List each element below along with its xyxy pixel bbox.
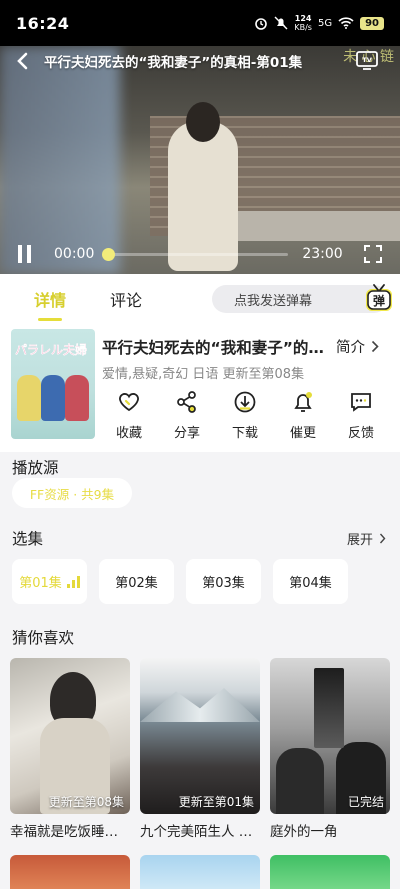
expand-button[interactable]: 展开 — [347, 529, 386, 548]
net-speed: 124 KB/s — [294, 14, 312, 32]
pause-icon[interactable] — [18, 245, 34, 263]
chevron-right-icon — [371, 340, 379, 353]
tab-details[interactable]: 详情 — [12, 287, 88, 321]
recommend-list-row-2 — [10, 855, 390, 889]
download-button[interactable]: 下载 — [216, 390, 274, 441]
bell-icon — [294, 392, 312, 412]
danmu-placeholder: 点我发送弹幕 — [234, 293, 313, 309]
playing-indicator-icon — [66, 575, 80, 588]
video-title: 平行夫妇死去的“我和妻子”的真相-第01集 — [44, 55, 303, 71]
recommend-badge: 已完结 — [347, 795, 384, 809]
recommend-item[interactable] — [140, 855, 260, 889]
source-option[interactable]: FF资源 · 共9集 — [12, 478, 132, 508]
tv-cast-icon[interactable]: TV — [356, 50, 378, 70]
recommend-title: 庭外的一角 — [270, 824, 338, 840]
player-controls: 00:00 23:00 — [0, 234, 400, 274]
episode-item[interactable]: 第03集 — [186, 559, 261, 604]
episode-item[interactable]: 第01集 — [12, 559, 87, 604]
intro-label: 简介 — [336, 340, 365, 356]
episode-item[interactable]: 第04集 — [273, 559, 348, 604]
duration: 23:00 — [302, 246, 343, 262]
share-icon — [177, 391, 196, 413]
mute-icon — [274, 16, 288, 30]
wifi-icon — [338, 17, 354, 29]
show-tags: 爱情,悬疑,奇幻 日语 更新至第08集 — [102, 367, 305, 382]
recommend-item[interactable]: 更新至第01集 九个完美陌生人 第二季 — [140, 658, 260, 840]
heart-icon — [119, 393, 139, 412]
recommend-poster: 更新至第01集 — [140, 658, 260, 814]
recommend-item[interactable]: 已完结 庭外的一角 — [270, 658, 390, 840]
recommend-poster: 已完结 — [270, 658, 390, 814]
svg-text:弹: 弹 — [373, 293, 385, 308]
fullscreen-icon[interactable] — [364, 245, 382, 263]
progress-bar[interactable] — [102, 247, 289, 261]
recommend-poster — [140, 855, 260, 889]
chevron-right-icon — [379, 533, 386, 544]
download-icon — [234, 391, 256, 413]
intro-button[interactable]: 简介 — [336, 336, 379, 357]
recommend-title: 九个完美陌生人 第二季 — [140, 824, 260, 840]
poster-image[interactable]: パラレル夫婦 — [11, 329, 95, 439]
battery-indicator: 90 — [360, 16, 384, 30]
feedback-button[interactable]: 反馈 — [332, 390, 390, 441]
progress-knob[interactable] — [102, 247, 116, 261]
recommend-list: 更新至第08集 幸福就是吃饭睡觉等待 更新至第01集 九个完美陌生人 第二季 已… — [10, 658, 390, 840]
episode-item[interactable]: 第02集 — [99, 559, 174, 604]
recommend-badge: 更新至第01集 — [178, 795, 254, 809]
source-section-title: 播放源 — [12, 459, 59, 477]
signal-label: 5G — [317, 17, 333, 29]
tab-comments[interactable]: 评论 — [88, 287, 164, 311]
show-title: 平行夫妇死去的“我和妻子”的真相 — [102, 339, 324, 357]
status-time: 16:24 — [16, 13, 70, 33]
danmu-input[interactable]: 点我发送弹幕 弹 — [212, 284, 392, 313]
video-top-bar: 平行夫妇死去的“我和妻子”的真相-第01集 — [0, 46, 400, 76]
tab-bar: 详情 评论 点我发送弹幕 弹 — [0, 274, 400, 324]
back-icon[interactable] — [16, 52, 34, 70]
recommend-item[interactable] — [10, 855, 130, 889]
status-icons: 124 KB/s 5G 90 — [254, 14, 384, 32]
svg-text:TV: TV — [362, 56, 371, 64]
recommend-poster — [270, 855, 390, 889]
status-bar: 16:24 124 KB/s 5G 90 — [0, 0, 400, 46]
video-player[interactable]: 平行夫妇死去的“我和妻子”的真相-第01集 未 心 链 TV 00:00 23:… — [0, 46, 400, 274]
remind-update-button[interactable]: 催更 — [274, 390, 332, 441]
share-button[interactable]: 分享 — [158, 390, 216, 441]
danmu-toggle-icon[interactable]: 弹 — [364, 281, 394, 313]
alarm-icon — [255, 18, 268, 30]
detail-card: パラレル夫婦 平行夫妇死去的“我和妻子”的真相 简介 爱情,悬疑,奇幻 日语 更… — [0, 324, 400, 452]
recommend-title: 幸福就是吃饭睡觉等待 — [10, 824, 130, 840]
recommend-section-title: 猜你喜欢 — [12, 629, 75, 647]
poster-title: パラレル夫婦 — [15, 343, 88, 357]
favorite-button[interactable]: 收藏 — [100, 390, 158, 441]
feedback-icon — [351, 393, 371, 412]
episode-list: 第01集 第02集 第03集 第04集 — [12, 559, 400, 604]
action-row: 收藏 分享 下载 催更 反馈 — [100, 390, 400, 441]
recommend-badge: 更新至第08集 — [48, 795, 124, 809]
recommend-item[interactable] — [270, 855, 390, 889]
current-time: 00:00 — [54, 246, 95, 262]
recommend-poster — [10, 855, 130, 889]
recommend-poster: 更新至第08集 — [10, 658, 130, 814]
episodes-section-title: 选集 — [12, 530, 44, 548]
recommend-item[interactable]: 更新至第08集 幸福就是吃饭睡觉等待 — [10, 658, 130, 840]
